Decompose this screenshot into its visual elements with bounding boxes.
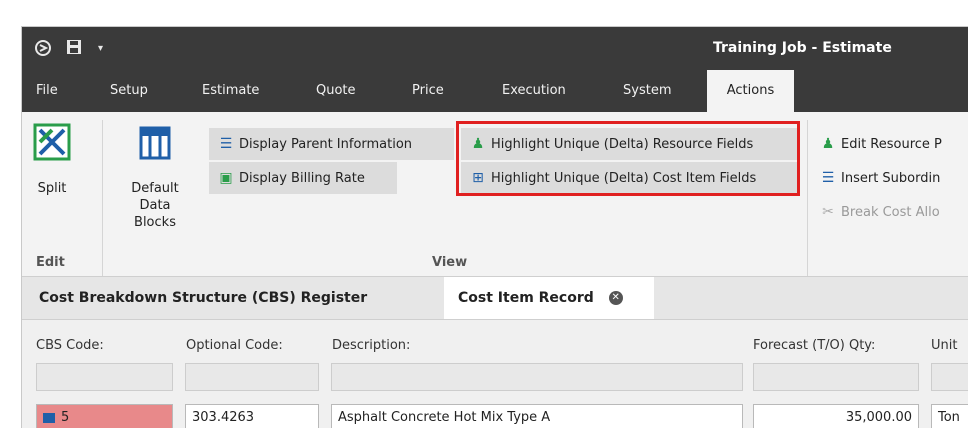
forecast-qty-label: Forecast (T/O) Qty: bbox=[753, 338, 876, 353]
menu-execution[interactable]: Execution bbox=[502, 70, 566, 112]
menu-file[interactable]: File bbox=[36, 70, 58, 112]
data-blocks-icon bbox=[139, 126, 171, 160]
unit-field[interactable]: Ton bbox=[931, 404, 968, 428]
optional-code-field[interactable]: 303.4263 bbox=[185, 404, 319, 428]
cbs-code-field[interactable]: 5 bbox=[36, 404, 173, 428]
display-parent-information-label: Display Parent Information bbox=[239, 137, 413, 152]
cbs-code-label: CBS Code: bbox=[36, 338, 104, 353]
menu-quote[interactable]: Quote bbox=[316, 70, 356, 112]
break-link-icon: ✂ bbox=[822, 204, 834, 220]
edit-resource-label: Edit Resource P bbox=[841, 137, 942, 152]
split-icon bbox=[33, 123, 71, 161]
display-parent-information-button[interactable]: ☰ Display Parent Information bbox=[209, 128, 454, 160]
view-group-label: View bbox=[432, 255, 468, 270]
menu-bar: File Setup Estimate Quote Price Executio… bbox=[22, 70, 968, 112]
window-title: Training Job - Estimate bbox=[713, 40, 892, 56]
insert-subordinate-label: Insert Subordin bbox=[841, 171, 941, 186]
description-filter[interactable] bbox=[331, 363, 743, 391]
save-icon[interactable] bbox=[66, 39, 82, 59]
group-divider bbox=[807, 120, 808, 276]
break-cost-label: Break Cost Allo bbox=[841, 205, 940, 220]
description-label: Description: bbox=[332, 338, 411, 353]
split-label: Split bbox=[37, 181, 67, 196]
menu-setup[interactable]: Setup bbox=[110, 70, 148, 112]
default-data-blocks-button[interactable]: Default Data Blocks bbox=[110, 124, 200, 231]
description-field[interactable]: Asphalt Concrete Hot Mix Type A bbox=[331, 404, 743, 428]
insert-subordinate-icon: ☰ bbox=[821, 170, 835, 186]
group-divider bbox=[102, 120, 103, 276]
unit-filter[interactable] bbox=[931, 363, 968, 391]
app-logo-icon[interactable] bbox=[34, 39, 52, 61]
cbs-code-filter[interactable] bbox=[36, 363, 173, 391]
split-button[interactable]: Split bbox=[22, 122, 82, 197]
quick-access-dropdown-icon[interactable]: ▾ bbox=[98, 43, 103, 54]
optional-code-filter[interactable] bbox=[185, 363, 319, 391]
forecast-qty-field[interactable]: 35,000.00 bbox=[753, 404, 919, 428]
unit-label: Unit bbox=[931, 338, 958, 353]
cbs-code-value: 5 bbox=[61, 410, 70, 425]
menu-actions[interactable]: Actions bbox=[707, 70, 794, 112]
cbs-node-icon bbox=[43, 412, 55, 423]
edit-resource-icon: ♟ bbox=[821, 136, 835, 152]
document-tabs: Cost Breakdown Structure (CBS) Register … bbox=[22, 277, 968, 320]
edit-resource-button[interactable]: ♟ Edit Resource P bbox=[815, 128, 968, 160]
optional-code-label: Optional Code: bbox=[186, 338, 283, 353]
ribbon: Split Edit Default Data Blocks ☰ Display … bbox=[22, 112, 968, 277]
parent-info-icon: ☰ bbox=[219, 136, 233, 152]
title-bar: ▾ Training Job - Estimate bbox=[22, 27, 968, 70]
tab-cost-item-record-label: Cost Item Record bbox=[458, 290, 594, 306]
break-cost-button: ✂ Break Cost Allo bbox=[815, 196, 968, 228]
application-window: ▾ Training Job - Estimate File Setup Est… bbox=[21, 26, 968, 428]
close-tab-icon[interactable]: ✕ bbox=[608, 291, 623, 305]
menu-estimate[interactable]: Estimate bbox=[202, 70, 259, 112]
billing-rate-icon: ▣ bbox=[219, 170, 233, 186]
display-billing-rate-button[interactable]: ▣ Display Billing Rate bbox=[209, 162, 397, 194]
forecast-qty-filter[interactable] bbox=[753, 363, 919, 391]
menu-system[interactable]: System bbox=[623, 70, 671, 112]
default-data-blocks-label: Default Data Blocks bbox=[131, 181, 179, 230]
red-highlight-annotation bbox=[456, 121, 800, 196]
insert-subordinate-button[interactable]: ☰ Insert Subordin bbox=[815, 162, 968, 194]
display-billing-rate-label: Display Billing Rate bbox=[239, 171, 365, 186]
tab-cbs-register[interactable]: Cost Breakdown Structure (CBS) Register bbox=[39, 277, 367, 319]
tab-cost-item-record[interactable]: Cost Item Record ✕ bbox=[444, 277, 654, 319]
menu-price[interactable]: Price bbox=[412, 70, 444, 112]
cost-item-fields: CBS Code: Optional Code: Description: Fo… bbox=[22, 320, 968, 428]
edit-group-label: Edit bbox=[36, 255, 65, 270]
